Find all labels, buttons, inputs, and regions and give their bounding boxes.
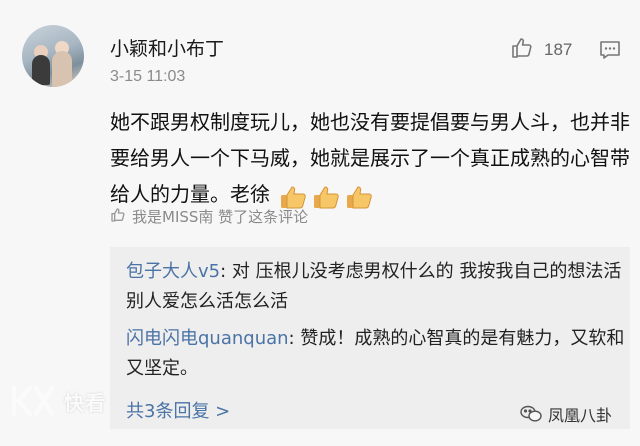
reply-comment-icon[interactable] [598, 38, 622, 66]
comment-username[interactable]: 小颖和小布丁 [110, 34, 224, 61]
thumbs-up-emoji-icon [347, 186, 372, 209]
phoenix-watermark: 凤凰八卦 [520, 402, 612, 426]
thumbs-up-emoji-icon [314, 186, 339, 209]
reply-item: 闪电闪电quanquan: 赞成！成熟的心智真的是有魅力，又软和又坚定。 [126, 324, 626, 384]
thumbs-up-icon [510, 36, 534, 64]
liked-by-notice: 我是MISS南 赞了这条评论 [110, 206, 308, 227]
comment-timestamp: 3-15 11:03 [110, 68, 186, 85]
like-count: 187 [544, 40, 573, 59]
like-button[interactable]: 187 [510, 36, 572, 64]
reply-author[interactable]: 包子大人v5 [126, 261, 220, 282]
watermark-right-text: 凤凰八卦 [548, 406, 613, 425]
reply-item: 包子大人v5: 对 压根儿没考虑男权什么的 我按我自己的想法活 别人爱怎么活怎么… [126, 257, 626, 317]
reply-author[interactable]: 闪电闪电quanquan [126, 328, 289, 349]
kuaikan-watermark: 快看 [10, 384, 106, 418]
view-more-replies-link[interactable]: 共3条回复 > [126, 397, 230, 423]
comment-body: 她不跟男权制度玩儿，她也没有要提倡要与男人斗，也并非要给男人一个下马威，她就是展… [110, 104, 630, 214]
liked-by-text: 我是MISS南 赞了这条评论 [132, 208, 309, 226]
kx-logo-icon [12, 386, 54, 416]
wechat-icon [520, 405, 542, 422]
watermark-left-text: 快看 [64, 390, 106, 415]
user-avatar[interactable] [22, 25, 84, 87]
small-thumbs-up-icon [110, 207, 126, 227]
